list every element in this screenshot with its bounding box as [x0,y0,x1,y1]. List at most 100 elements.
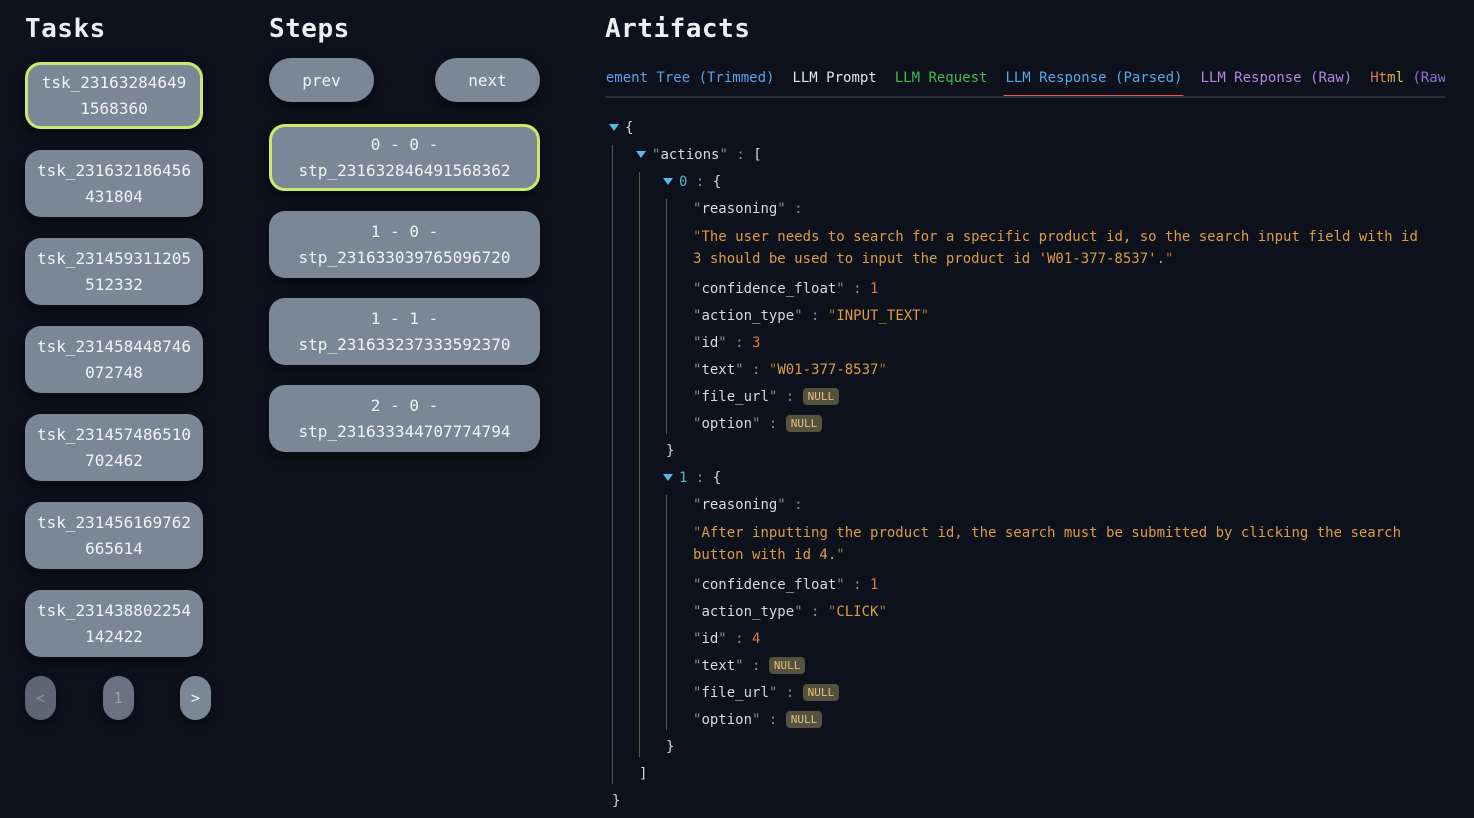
next-step-button[interactable]: next [435,58,540,102]
collapse-caret-icon[interactable] [609,124,619,131]
string-quote: " [836,547,844,563]
json-string-value: CLICK [836,604,878,620]
tab-element-tree-trimmed[interactable]: Element Tree (Trimmed) [605,70,774,86]
json-line: ] [639,764,1427,784]
page-number-button[interactable]: 1 [103,676,134,720]
colon: : [777,685,802,701]
json-number-value: 4 [752,631,760,647]
key-quote: " [794,604,802,620]
json-block: "reasoning" : "After inputting the produ… [666,495,1427,730]
json-string-value: W01-377-8537 [777,362,878,378]
step-item[interactable]: 1 - 0 - stp_231633039765096720 [269,211,540,278]
json-line: "reasoning" : [693,495,1427,515]
json-line: } [666,441,1427,461]
step-item[interactable]: 1 - 1 - stp_231633237333592370 [269,298,540,365]
json-key: reasoning [701,201,777,217]
key-quote: " [794,308,802,324]
tab-llm-prompt[interactable]: LLM Prompt [792,70,876,86]
string-quote: " [769,362,777,378]
step-item[interactable]: 0 - 0 - stp_231632846491568362 [269,124,540,191]
key-quote: " [735,658,743,674]
string-quote: " [878,604,886,620]
task-item[interactable]: tsk_231438802254142422 [25,590,203,657]
json-key: file_url [701,685,768,701]
key-quote: " [836,577,844,593]
key-quote: " [735,362,743,378]
null-badge: NULL [803,684,840,701]
json-line: "action_type" : "INPUT_TEXT" [693,306,1427,326]
close-bracket: } [612,793,620,809]
tab-llm-response-parsed[interactable]: LLM Response (Parsed) [1005,70,1182,86]
colon: : [744,658,769,674]
key-quote: " [718,335,726,351]
json-key: action_type [701,308,794,324]
tab-html-raw[interactable]: Html (Raw) [1370,70,1445,86]
artifacts-title: Artifacts [605,12,1450,46]
key-quote: " [718,631,726,647]
colon: : [845,281,870,297]
null-badge: NULL [786,415,823,432]
string-quote: " [828,604,836,620]
json-line: "file_url" : NULL [693,683,1427,703]
task-list: tsk_231632846491568360 tsk_23163218645643… [25,62,203,657]
steps-panel: Steps prev next 0 - 0 - stp_231632846491… [269,12,540,452]
prev-step-button[interactable]: prev [269,58,374,102]
collapse-caret-icon[interactable] [663,178,673,185]
colon: : [728,147,753,163]
task-item[interactable]: tsk_231457486510702462 [25,414,203,481]
json-line: "id" : 4 [693,629,1427,649]
json-line: "After inputting the product id, the sea… [693,522,1427,566]
artifacts-panel: Artifacts Element Tree (Trimmed) LLM Prom… [605,12,1450,818]
json-line: } [666,737,1427,757]
json-line: "confidence_float" : 1 [693,279,1427,299]
json-key: file_url [701,389,768,405]
key-quote: " [777,497,785,513]
string-quote: " [693,525,701,541]
colon: : [786,201,803,217]
task-item[interactable]: tsk_231632186456431804 [25,150,203,217]
open-bracket: [ [753,147,761,163]
colon: : [760,712,785,728]
colon: : [744,362,769,378]
string-quote: " [921,308,929,324]
json-line: "actions" : [ [639,145,1427,165]
pagination: < 1 > [25,676,211,720]
json-key: confidence_float [701,577,836,593]
null-badge: NULL [786,711,823,728]
tab-llm-response-raw[interactable]: LLM Response (Raw) [1200,70,1352,86]
json-line: 0 : { [666,172,1427,192]
tabs-bar: Element Tree (Trimmed) LLM Prompt LLM Requ… [605,70,1445,98]
tasks-panel: Tasks tsk_231632846491568360 tsk_23163218… [25,12,211,720]
json-key: reasoning [701,497,777,513]
task-item[interactable]: tsk_231632846491568360 [25,62,203,129]
collapse-caret-icon[interactable] [663,474,673,481]
json-line: "confidence_float" : 1 [693,575,1427,595]
tasks-title: Tasks [25,12,211,46]
colon: : [845,577,870,593]
task-item[interactable]: tsk_231456169762665614 [25,502,203,569]
json-key: action_type [701,604,794,620]
prev-page-button[interactable]: < [25,676,56,720]
next-page-button[interactable]: > [180,676,211,720]
json-key: text [701,658,735,674]
json-line: "action_type" : "CLICK" [693,602,1427,622]
step-item[interactable]: 2 - 0 - stp_231633344707774794 [269,385,540,452]
json-key: actions [660,147,719,163]
task-item[interactable]: tsk_231459311205512332 [25,238,203,305]
json-string-value: INPUT_TEXT [836,308,920,324]
step-list: 0 - 0 - stp_231632846491568362 1 - 0 - st… [269,124,540,452]
collapse-caret-icon[interactable] [636,151,646,158]
json-line: "id" : 3 [693,333,1427,353]
colon: : [687,470,712,486]
json-number-value: 1 [870,577,878,593]
close-bracket: } [666,443,674,459]
json-line: "reasoning" : [693,199,1427,219]
open-bracket: { [713,470,721,486]
json-string-value: The user needs to search for a specific … [693,229,1418,267]
task-item[interactable]: tsk_231458448746072748 [25,326,203,393]
json-block: "actions" : [0 : {"reasoning" : "The use… [612,145,1427,784]
json-key: id [701,335,718,351]
colon: : [760,416,785,432]
json-number-value: 3 [752,335,760,351]
tab-llm-request[interactable]: LLM Request [895,70,988,86]
